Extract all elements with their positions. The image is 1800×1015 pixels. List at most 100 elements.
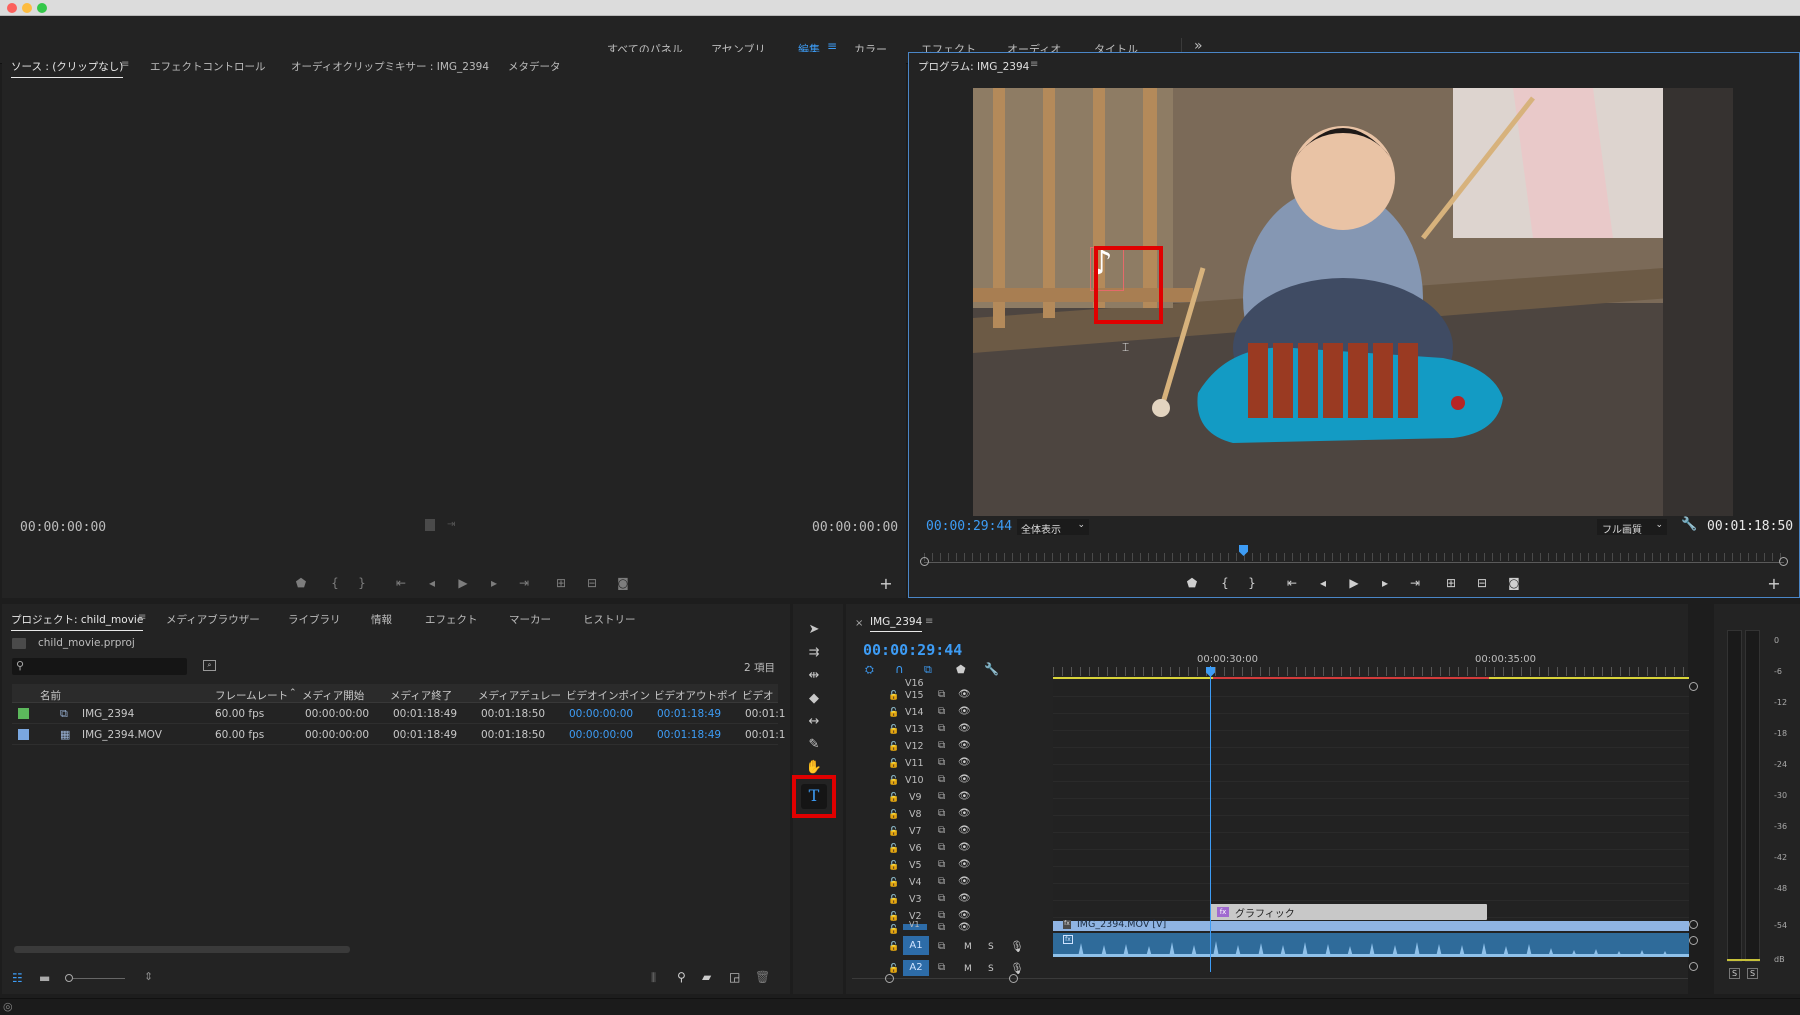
lock-icon[interactable]: 🔓 bbox=[888, 861, 899, 871]
column-frame-rate[interactable]: フレームレート bbox=[215, 688, 288, 703]
program-menu-icon[interactable]: ≡ bbox=[1030, 59, 1038, 70]
go-to-in-icon[interactable]: ⇤ bbox=[1283, 576, 1301, 590]
toggle-sync-icon[interactable]: ⧉ bbox=[938, 859, 945, 870]
audio-track-zoom-handle-bottom[interactable] bbox=[1689, 962, 1698, 971]
tab-media-browser[interactable]: メディアブラウザー bbox=[166, 612, 260, 627]
audio-clip-a1[interactable]: fx bbox=[1053, 933, 1689, 957]
source-add-button-icon[interactable]: + bbox=[877, 574, 895, 593]
lock-icon[interactable]: 🔓 bbox=[888, 878, 899, 888]
lock-icon[interactable]: 🔓 bbox=[888, 912, 899, 922]
export-frame-icon[interactable]: ◙ bbox=[1505, 576, 1523, 590]
selection-tool-icon[interactable]: ➤ bbox=[803, 622, 825, 642]
eye-icon[interactable]: 👁 bbox=[958, 774, 971, 785]
track-v11[interactable]: V11 bbox=[905, 758, 924, 769]
eye-icon[interactable]: 👁 bbox=[958, 842, 971, 853]
timeline-scroll-start-handle[interactable] bbox=[885, 974, 894, 983]
video-clip-v1[interactable]: fx IMG_2394.MOV [V] bbox=[1053, 919, 1689, 931]
eye-icon[interactable]: 👁 bbox=[958, 808, 971, 819]
type-tool-icon[interactable]: T bbox=[801, 784, 827, 809]
toggle-sync-icon[interactable]: ⧉ bbox=[938, 706, 945, 717]
timeline-playhead-line[interactable] bbox=[1210, 666, 1211, 972]
step-back-icon[interactable]: ◂ bbox=[1314, 576, 1332, 590]
table-row[interactable]: ⧉ IMG_2394 60.00 fps 00:00:00:00 00:01:1… bbox=[12, 703, 785, 724]
track-v7[interactable]: V7 bbox=[909, 826, 922, 837]
row-video-in[interactable]: 00:00:00:00 bbox=[569, 729, 633, 741]
row-name[interactable]: IMG_2394.MOV bbox=[82, 729, 162, 741]
source-marker-icon[interactable]: ⬟ bbox=[292, 576, 310, 590]
video-track-lanes[interactable] bbox=[1053, 680, 1689, 921]
project-menu-icon[interactable]: ≡ bbox=[138, 612, 146, 623]
toggle-sync-icon[interactable]: ⧉ bbox=[938, 876, 945, 887]
solo-a2-button[interactable]: S bbox=[988, 964, 994, 974]
program-add-button-icon[interactable]: + bbox=[1765, 574, 1783, 593]
table-row[interactable]: ▦ IMG_2394.MOV 60.00 fps 00:00:00:00 00:… bbox=[12, 724, 785, 745]
source-timecode-in[interactable]: 00:00:00:00 bbox=[20, 520, 106, 535]
eye-icon[interactable]: 👁 bbox=[958, 706, 971, 717]
toggle-sync-icon[interactable]: ⧉ bbox=[938, 791, 945, 802]
tab-history[interactable]: ヒストリー bbox=[583, 612, 636, 627]
timeline-scroll-end-handle[interactable] bbox=[1009, 974, 1018, 983]
program-timecode-current[interactable]: 00:00:29:44 bbox=[926, 519, 1012, 534]
sync-status-icon[interactable]: ◎ bbox=[3, 1000, 13, 1013]
track-select-tool-icon[interactable]: ⇉ bbox=[803, 645, 825, 665]
eye-icon[interactable]: 👁 bbox=[958, 791, 971, 802]
track-v14[interactable]: V14 bbox=[905, 707, 924, 718]
track-v5[interactable]: V5 bbox=[909, 860, 922, 871]
lock-icon[interactable]: 🔓 bbox=[888, 725, 899, 735]
toggle-sync-icon[interactable]: ⧉ bbox=[938, 962, 945, 973]
snap-icon[interactable]: ∩ bbox=[895, 662, 904, 676]
eye-icon[interactable]: 👁 bbox=[958, 893, 971, 904]
track-v16[interactable]: V16 bbox=[905, 678, 924, 689]
source-go-to-in-icon[interactable]: ⇤ bbox=[392, 576, 410, 590]
lift-icon[interactable]: ⊞ bbox=[1442, 576, 1460, 590]
lock-icon[interactable]: 🔓 bbox=[888, 708, 899, 718]
track-v4[interactable]: V4 bbox=[909, 877, 922, 888]
audio-track-zoom-handle-top[interactable] bbox=[1689, 936, 1698, 945]
timeline-settings-icon[interactable]: 🔧 bbox=[984, 662, 999, 676]
wrench-icon[interactable]: 🔧 bbox=[1681, 517, 1697, 532]
toggle-sync-icon[interactable]: ⧉ bbox=[938, 689, 945, 700]
tab-project[interactable]: プロジェクト: child_movie bbox=[11, 612, 144, 631]
timeline-ruler[interactable] bbox=[1053, 667, 1689, 676]
toggle-sync-icon[interactable]: ⧉ bbox=[938, 825, 945, 836]
workspace-menu-icon[interactable]: ≡ bbox=[827, 39, 837, 53]
razor-tool-icon[interactable]: ◆ bbox=[803, 691, 825, 711]
slip-tool-icon[interactable]: ↔ bbox=[803, 714, 825, 734]
lock-icon[interactable]: 🔓 bbox=[888, 844, 899, 854]
timeline-timecode[interactable]: 00:00:29:44 bbox=[863, 641, 962, 659]
row-name[interactable]: IMG_2394 bbox=[82, 708, 134, 720]
timeline-scrollbar[interactable] bbox=[852, 978, 1688, 979]
source-mark-out-icon[interactable]: } bbox=[353, 576, 371, 590]
mark-in-icon[interactable]: { bbox=[1216, 576, 1234, 590]
eye-icon[interactable]: 👁 bbox=[958, 859, 971, 870]
sequence-tab[interactable]: IMG_2394 bbox=[870, 616, 923, 632]
zoom-level-select[interactable]: 全体表示 ⌄ bbox=[1017, 519, 1089, 536]
eye-icon[interactable]: 👁 bbox=[958, 922, 971, 933]
sort-ascending-icon[interactable]: ⌃ bbox=[289, 688, 297, 698]
icon-view-icon[interactable]: ▬ bbox=[39, 971, 50, 985]
lock-icon[interactable]: 🔓 bbox=[888, 925, 899, 935]
lock-icon[interactable]: 🔓 bbox=[888, 895, 899, 905]
lock-icon[interactable]: 🔓 bbox=[888, 776, 899, 786]
toggle-sync-icon[interactable]: ⧉ bbox=[938, 774, 945, 785]
list-view-icon[interactable]: ☷ bbox=[12, 971, 23, 985]
lock-icon[interactable]: 🔓 bbox=[888, 942, 899, 952]
go-to-out-icon[interactable]: ⇥ bbox=[1406, 576, 1424, 590]
pen-tool-icon[interactable]: ✎ bbox=[803, 737, 825, 757]
column-name[interactable]: 名前 bbox=[40, 688, 61, 703]
lock-icon[interactable]: 🔓 bbox=[888, 964, 899, 974]
zoom-slider-track[interactable] bbox=[73, 978, 125, 979]
track-v8[interactable]: V8 bbox=[909, 809, 922, 820]
source-export-frame-icon[interactable]: ◙ bbox=[614, 576, 632, 590]
vertical-zoom-handle[interactable] bbox=[1689, 682, 1698, 691]
step-forward-icon[interactable]: ▸ bbox=[1376, 576, 1394, 590]
mute-a1-button[interactable]: M bbox=[964, 942, 972, 952]
minimize-window-button[interactable] bbox=[22, 3, 32, 13]
zoom-window-button[interactable] bbox=[37, 3, 47, 13]
track-v15[interactable]: V15 bbox=[905, 690, 924, 701]
lock-icon[interactable]: 🔓 bbox=[888, 793, 899, 803]
tab-info[interactable]: 情報 bbox=[371, 612, 392, 627]
mute-a2-button[interactable]: M bbox=[964, 964, 972, 974]
lock-icon[interactable]: 🔓 bbox=[888, 810, 899, 820]
toggle-sync-icon[interactable]: ⧉ bbox=[938, 808, 945, 819]
